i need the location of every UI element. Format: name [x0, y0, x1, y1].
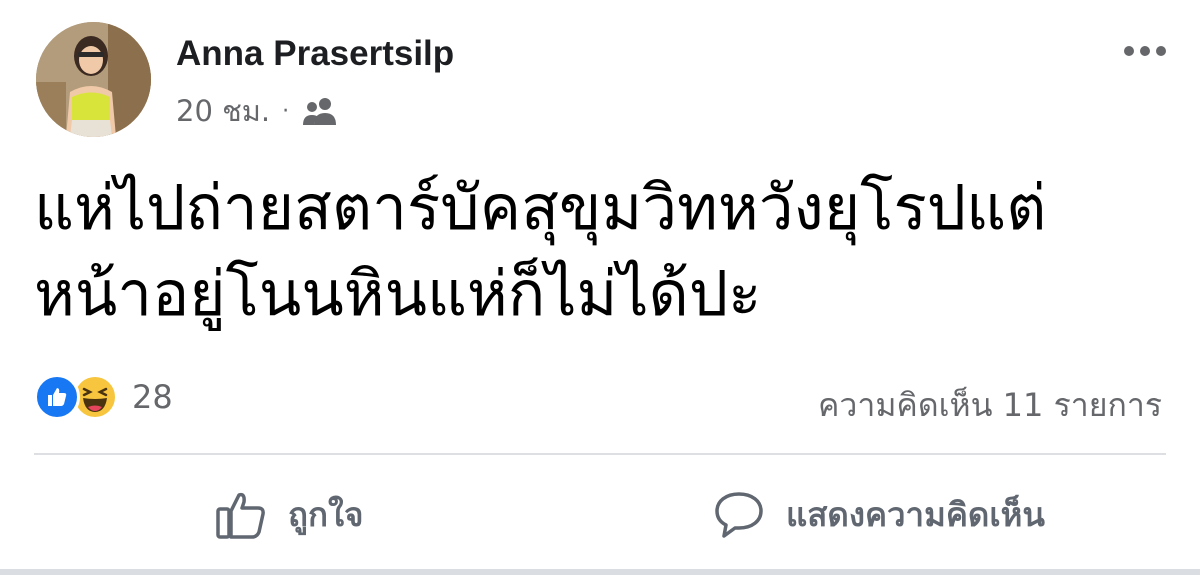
divider: [34, 453, 1166, 455]
more-dot: [1156, 46, 1166, 56]
reaction-count: 28: [132, 378, 173, 416]
comment-button[interactable]: แสดงความคิดเห็น: [712, 488, 1045, 541]
like-reaction-icon: [34, 374, 80, 420]
comment-bubble-icon: [712, 489, 766, 541]
more-dot: [1124, 46, 1134, 56]
author-avatar[interactable]: [36, 22, 151, 137]
friends-icon[interactable]: [301, 96, 339, 126]
reactions-summary[interactable]: 28: [34, 374, 173, 420]
more-options-icon[interactable]: [1124, 46, 1166, 56]
post-meta: 20 ชม. ·: [176, 88, 339, 134]
post-text-line: แห่ไปถ่ายสตาร์บัคสุขุมวิทหวังยุโรปแต่: [34, 171, 1047, 244]
avatar-photo: [36, 22, 151, 137]
comment-count-link[interactable]: ความคิดเห็น 11 รายการ: [818, 380, 1162, 431]
post-text-line: หน้าอยู่โนนหินแห่ก็ไม่ได้ปะ: [34, 257, 762, 330]
author-name[interactable]: Anna Prasertsilp: [176, 34, 454, 74]
thumbs-up-icon: [214, 489, 268, 541]
like-button[interactable]: ถูกใจ: [214, 488, 363, 541]
post-text: แห่ไปถ่ายสตาร์บัคสุขุมวิทหวังยุโรปแต่ หน…: [34, 165, 1174, 337]
post-time[interactable]: 20 ชม.: [176, 88, 270, 134]
more-dot: [1140, 46, 1150, 56]
comment-label: แสดงความคิดเห็น: [786, 495, 1045, 534]
meta-separator: ·: [282, 98, 290, 124]
feed-separator: [0, 569, 1200, 575]
like-label: ถูกใจ: [288, 495, 364, 534]
